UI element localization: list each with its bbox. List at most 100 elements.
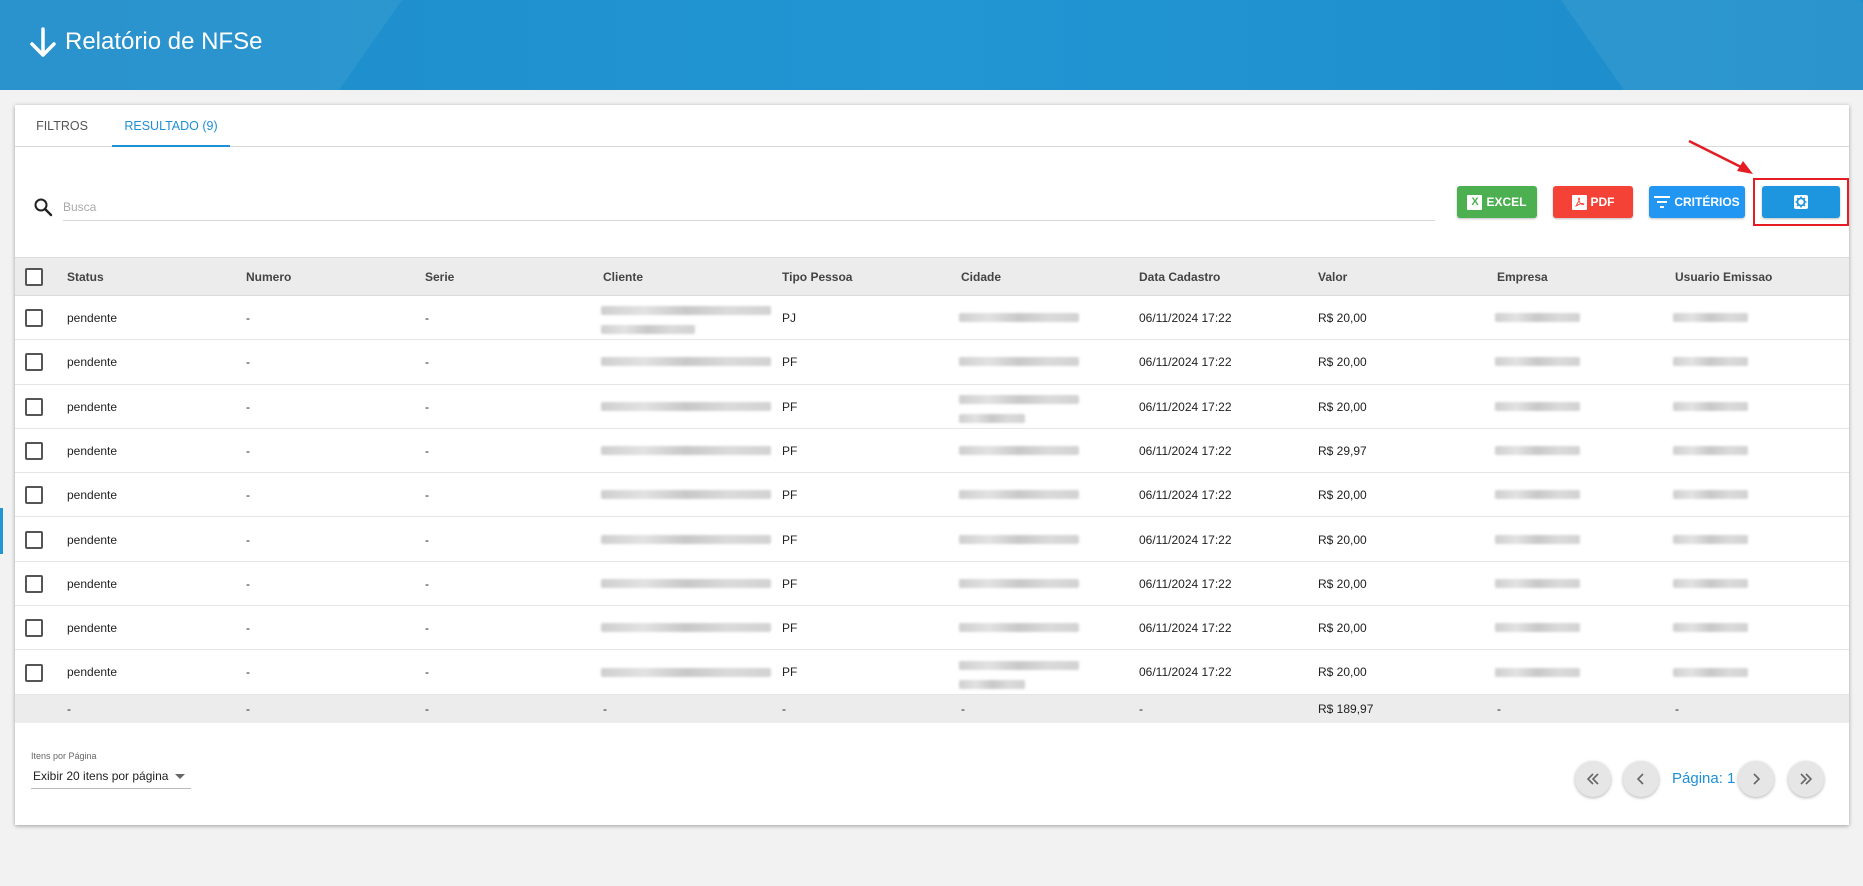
pdf-button[interactable]: PDF [1553,186,1633,218]
column-header-data-cadastro[interactable]: Data Cadastro [1139,258,1220,297]
table-row[interactable]: pendente - - PF 06/11/2024 17:22 R$ 20,00 [15,518,1849,562]
redacted-value [1495,667,1580,677]
excel-icon: X [1467,194,1483,210]
redacted-value [1495,313,1580,323]
criteria-button[interactable]: CRITÉRIOS [1649,186,1745,218]
table-cell-data: 06/11/2024 17:22 [1139,311,1232,325]
table-cell-tipo: PJ [782,311,797,325]
table-cell-valor: R$ 20,00 [1318,311,1367,325]
table-cell-status: pendente [67,621,118,636]
totals-cell: - [603,701,607,716]
table-cell-tipo: PF [782,443,798,458]
redacted-value [1495,490,1580,500]
redacted-value [959,679,1025,689]
row-checkbox[interactable] [25,442,43,461]
tab-filtros[interactable]: FILTROS [27,105,97,147]
column-header-cidade[interactable]: Cidade [961,258,1001,297]
table-row[interactable]: pendente - - PF 06/11/2024 17:22 R$ 20,00 [15,385,1849,429]
table-cell-valor: R$ 20,00 [1318,576,1367,591]
table-cell-numero: - [246,621,250,636]
redacted-value [959,446,1079,456]
table-cell-status: pendente [67,443,118,458]
row-checkbox[interactable] [25,619,43,638]
totals-cell: - [1139,701,1143,716]
totals-cell: - [1497,701,1501,716]
filter-icon [1654,196,1671,208]
totals-cell: - [67,701,71,716]
first-page-button[interactable] [1575,761,1611,797]
chevron-down-icon [175,774,185,779]
column-header-usuario-emissao[interactable]: Usuario Emissao [1675,258,1772,297]
redacted-value [959,660,1079,670]
column-header-empresa[interactable]: Empresa [1497,258,1548,297]
items-per-page-value: Exibir 20 itens por página [33,769,169,783]
table-row[interactable]: pendente - - PJ 06/11/2024 17:22 R$ 20,00 [15,296,1849,341]
redacted-value [959,534,1079,544]
row-checkbox[interactable] [25,663,43,682]
column-header-status[interactable]: Status [67,258,104,297]
redacted-value [601,357,771,367]
table-cell-status: pendente [67,532,118,547]
report-card: FILTROS RESULTADO (9) X EXCEL PDF CRITÉR… [15,105,1849,825]
table-row[interactable]: pendente - - PF 06/11/2024 17:22 R$ 29,97 [15,429,1849,474]
table-cell-data: 06/11/2024 17:22 [1139,488,1232,503]
column-header-tipo-pessoa[interactable]: Tipo Pessoa [782,258,852,297]
table-cell-status: pendente [67,355,118,370]
table-row[interactable]: pendente - - PF 06/11/2024 17:22 R$ 20,00 [15,562,1849,607]
column-header-serie[interactable]: Serie [425,258,454,297]
table-cell-valor: R$ 20,00 [1318,399,1367,414]
table-cell-tipo: PF [782,621,798,636]
column-header-valor[interactable]: Valor [1318,258,1347,297]
redacted-value [959,413,1025,423]
table-cell-numero: - [246,399,250,414]
table-cell-numero: - [246,488,250,503]
row-checkbox[interactable] [25,353,43,372]
redacted-value [1495,357,1580,367]
table-cell-numero: - [246,665,250,680]
table-row[interactable]: pendente - - PF 06/11/2024 17:22 R$ 20,00 [15,650,1849,695]
totals-cell: - [961,701,965,716]
next-page-button[interactable] [1738,761,1774,797]
redacted-value [601,667,771,677]
row-checkbox[interactable] [25,309,43,328]
table-cell-tipo: PF [782,576,798,591]
redacted-value [1673,401,1748,411]
row-checkbox[interactable] [25,397,43,416]
arrow-down-icon[interactable] [28,27,58,59]
table-cell-data: 06/11/2024 17:22 [1139,665,1232,680]
table-cell-serie: - [425,576,429,591]
tab-resultado[interactable]: RESULTADO (9) [112,105,230,147]
table-row[interactable]: pendente - - PF 06/11/2024 17:22 R$ 20,00 [15,473,1849,518]
table-cell-valor: R$ 20,00 [1318,621,1367,636]
column-header-numero[interactable]: Numero [246,258,291,297]
redacted-value [959,357,1079,367]
table-cell-numero: - [246,311,250,325]
row-checkbox[interactable] [25,486,43,505]
table-row[interactable]: pendente - - PF 06/11/2024 17:22 R$ 20,00 [15,606,1849,651]
column-header-cliente[interactable]: Cliente [603,258,643,297]
select-all-checkbox[interactable] [25,268,43,286]
search-input[interactable] [63,193,1435,221]
table-cell-data: 06/11/2024 17:22 [1139,576,1232,591]
table-cell-tipo: PF [782,488,798,503]
first-page-icon [1586,773,1599,785]
table-row[interactable]: pendente - - PF 06/11/2024 17:22 R$ 20,00 [15,340,1849,385]
last-page-button[interactable] [1788,761,1824,797]
table-cell-serie: - [425,532,429,547]
redacted-value [601,325,695,335]
items-per-page-select[interactable]: Exibir 20 itens por página [31,765,191,789]
table-cell-tipo: PF [782,355,798,370]
prev-page-button[interactable] [1623,761,1659,797]
table-cell-data: 06/11/2024 17:22 [1139,399,1232,414]
table-cell-numero: - [246,576,250,591]
redacted-value [1673,313,1748,323]
row-checkbox[interactable] [25,530,43,549]
redacted-value [1673,357,1748,367]
items-per-page-label: Itens por Página [31,751,97,761]
redacted-value [959,313,1079,323]
search-icon [34,198,53,217]
excel-button[interactable]: X EXCEL [1457,186,1537,218]
row-checkbox[interactable] [25,574,43,593]
table-cell-numero: - [246,443,250,458]
redacted-value [1673,446,1748,456]
